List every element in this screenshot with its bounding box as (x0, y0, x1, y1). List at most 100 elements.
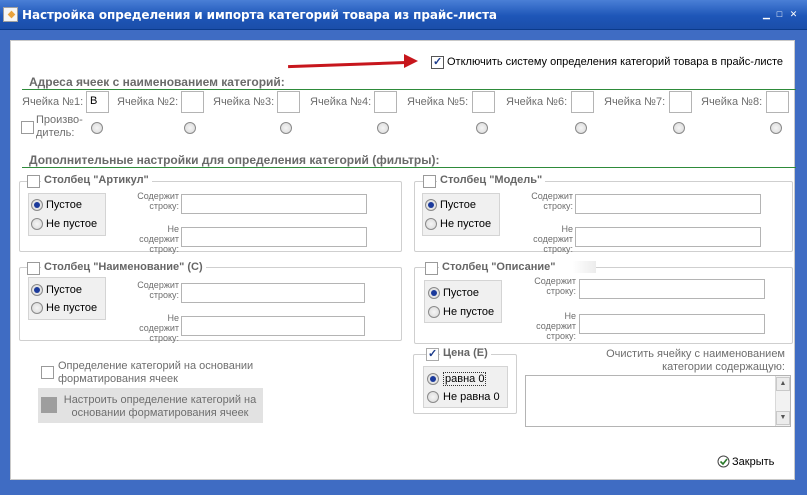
not-contains-label-line: Не (561, 224, 573, 234)
cell-4-input[interactable] (374, 91, 397, 113)
name-not-contains-label: Не содержит строку: (113, 313, 179, 343)
contains-label-line: строку: (543, 201, 573, 211)
window-title: Настройка определения и импорта категори… (22, 8, 497, 22)
model-filter-checkbox[interactable] (423, 175, 436, 188)
formatting-checkbox[interactable] (41, 366, 54, 379)
contains-label-line: строку: (546, 286, 576, 296)
clear-cell-label-2: категории содержащую: (662, 361, 785, 373)
manufacturer-label-1: Произво- (36, 114, 83, 126)
cell-2-input[interactable] (181, 91, 204, 113)
cell-8-label: Ячейка №8: (701, 96, 763, 108)
close-button[interactable]: Закрыть (732, 456, 774, 468)
name-not-contains-input[interactable] (181, 316, 365, 336)
manufacturer-checkbox[interactable] (21, 121, 34, 134)
not-contains-label-line: содержит (139, 234, 179, 244)
article-contains-input[interactable] (181, 194, 367, 214)
not-contains-label-line: содержит (533, 234, 573, 244)
manufacturer-radio-5[interactable] (476, 122, 488, 134)
article-not-contains-input[interactable] (181, 227, 367, 247)
model-contains-label: Содержит строку: (519, 191, 573, 211)
cell-2-label: Ячейка №2: (117, 96, 179, 108)
not-contains-label-line: содержит (139, 323, 179, 333)
description-empty-radio[interactable] (428, 287, 440, 299)
cell-6-input[interactable] (571, 91, 594, 113)
model-empty-label: Пустое (440, 199, 476, 211)
manufacturer-radio-6[interactable] (575, 122, 587, 134)
scroll-down-icon[interactable]: ▼ (776, 411, 790, 425)
article-not-empty-radio[interactable] (31, 218, 43, 230)
not-contains-label-line: строку: (149, 244, 179, 254)
section-divider (22, 89, 796, 90)
model-not-empty-radio[interactable] (425, 218, 437, 230)
not-contains-label-line: содержит (536, 321, 576, 331)
not-contains-label-line: строку: (543, 244, 573, 254)
formatting-button-label-1: Настроить определение категорий на (63, 394, 257, 406)
name-filter-checkbox[interactable] (27, 262, 40, 275)
cell-5-label: Ячейка №5: (407, 96, 469, 108)
description-not-contains-input[interactable] (579, 314, 765, 334)
not-contains-label-line: Не (167, 313, 179, 323)
clear-cell-label-1: Очистить ячейку с наименованием (606, 348, 785, 360)
cell-7-input[interactable] (669, 91, 692, 113)
not-contains-label-line: Не (564, 311, 576, 321)
cell-1-label: Ячейка №1: (22, 96, 84, 108)
description-filter-title: Столбец "Описание" (439, 261, 596, 273)
model-contains-input[interactable] (575, 194, 761, 214)
not-contains-label-line: Не (167, 224, 179, 234)
formatting-button-icon (41, 397, 57, 413)
model-empty-radio[interactable] (425, 199, 437, 211)
cell-8-input[interactable] (766, 91, 789, 113)
price-not-equal-zero-radio[interactable] (427, 391, 439, 403)
article-empty-radio[interactable] (31, 199, 43, 211)
name-contains-label: Содержит строку: (125, 280, 179, 300)
description-not-empty-label: Не пустое (443, 306, 495, 318)
not-contains-label-line: строку: (546, 331, 576, 341)
clear-cell-textarea[interactable] (525, 375, 791, 427)
model-not-contains-input[interactable] (575, 227, 761, 247)
description-filter-checkbox[interactable] (425, 262, 438, 275)
description-not-empty-radio[interactable] (428, 306, 440, 318)
cell-4-label: Ячейка №4: (310, 96, 372, 108)
name-empty-radio[interactable] (31, 284, 43, 296)
manufacturer-radio-7[interactable] (673, 122, 685, 134)
cell-addresses-title: Адреса ячеек с наименованием категорий: (29, 75, 285, 89)
article-contains-label: Содержит строку: (125, 191, 179, 211)
not-contains-label-line: строку: (149, 333, 179, 343)
cell-1-input[interactable]: B (86, 91, 109, 113)
manufacturer-radio-3[interactable] (280, 122, 292, 134)
manufacturer-radio-1[interactable] (91, 122, 103, 134)
name-not-empty-radio[interactable] (31, 302, 43, 314)
price-equal-zero-radio[interactable] (427, 373, 439, 385)
disable-detection-checkbox[interactable] (431, 55, 444, 69)
scroll-up-icon[interactable]: ▲ (776, 377, 790, 391)
minimize-icon[interactable]: ▁ (762, 10, 771, 19)
article-not-contains-label: Не содержит строку: (113, 224, 179, 254)
description-contains-label: Содержит строку: (522, 276, 576, 296)
title-bar: Настройка определения и импорта категори… (0, 0, 807, 30)
cell-3-label: Ячейка №3: (213, 96, 275, 108)
price-filter-checkbox[interactable] (426, 347, 439, 361)
manufacturer-radio-4[interactable] (377, 122, 389, 134)
contains-label-line: Содержит (137, 280, 179, 290)
name-filter-title: Столбец "Наименование" (C) (41, 261, 206, 273)
article-filter-checkbox[interactable] (27, 175, 40, 188)
formatting-label-2: форматирования ячеек (58, 373, 178, 385)
close-window-icon[interactable]: ✕ (789, 10, 798, 19)
manufacturer-label-2: дитель: (36, 127, 75, 139)
cell-3-input[interactable] (277, 91, 300, 113)
cell-5-input[interactable] (472, 91, 495, 113)
contains-label-line: строку: (149, 290, 179, 300)
name-contains-input[interactable] (181, 283, 365, 303)
manufacturer-radio-8[interactable] (770, 122, 782, 134)
description-contains-input[interactable] (579, 279, 765, 299)
manufacturer-radio-2[interactable] (184, 122, 196, 134)
price-not-equal-zero-label: Не равна 0 (443, 391, 500, 403)
maximize-icon[interactable]: □ (775, 10, 784, 19)
cell-7-label: Ячейка №7: (604, 96, 666, 108)
description-not-contains-label: Не содержит строку: (510, 311, 576, 341)
name-not-empty-label: Не пустое (46, 302, 98, 314)
article-not-empty-label: Не пустое (46, 218, 98, 230)
contains-label-line: Содержит (137, 191, 179, 201)
contains-label-line: Содержит (534, 276, 576, 286)
price-equal-zero-label: равна 0 (443, 372, 487, 386)
